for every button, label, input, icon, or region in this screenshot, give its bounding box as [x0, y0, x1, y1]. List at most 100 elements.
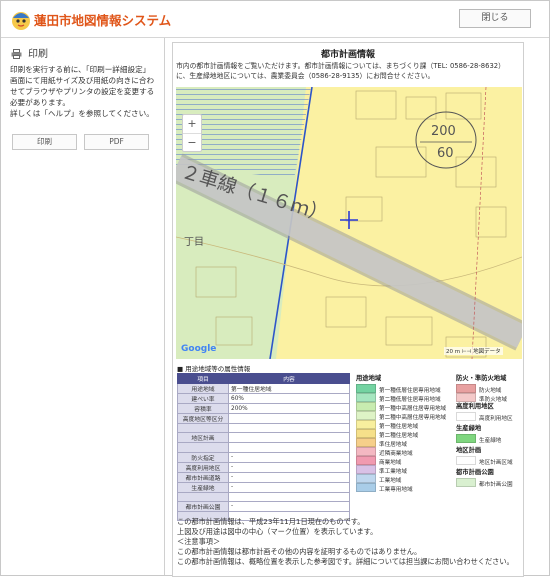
table-row: 建ぺい率 60%: [177, 393, 350, 404]
legend-title: 地区計画: [456, 447, 482, 454]
attribute-item: 用途地域: [177, 383, 229, 394]
legend-item: 商業地域: [356, 456, 446, 466]
legend-item: 高度利用地区: [456, 412, 513, 422]
google-logo: Google: [181, 344, 217, 354]
legend-item: 第二種中高層住居専用地域: [356, 411, 446, 421]
attribute-value: [228, 491, 350, 502]
table-row: 防火指定 -: [177, 451, 350, 463]
legend-title: 高度利用地区: [456, 403, 494, 410]
info-line: に、生産緑地地区については、農業委員会（0586-28-9135）にお問合せくだ…: [176, 72, 435, 80]
green-legend: 生産緑地 生産緑地: [456, 423, 502, 444]
logo-icon: [12, 12, 30, 30]
instruction-line: 画面にて用紙サイズ及び用紙の向きに合わ: [10, 76, 155, 85]
attribute-table: 項目 内容 用途地域 第一種住居地域 建ぺい率 60% 容積率 200% 高度地区等区…: [177, 373, 350, 522]
legend-item: 工業地域: [356, 474, 446, 484]
column-header: 内容: [228, 373, 350, 384]
legend-swatch: [356, 402, 376, 411]
legend-swatch: [356, 474, 376, 483]
print-sidebar: 印刷 印刷を実行する前に、「印刷ー詳細設定」 画面にて用紙サイズ及び用紙の向きに…: [1, 38, 165, 575]
legend-item: 地区計画区域: [456, 456, 513, 466]
note-line: この都市計画情報は、概略位置を表示した参考図です。詳細については担当課にお問い合…: [177, 557, 514, 566]
attribute-item: 容積率: [177, 403, 229, 414]
attribute-value: [228, 442, 350, 453]
legend-label: 生産緑地: [479, 438, 502, 444]
table-header-row: 項目 内容: [177, 373, 350, 384]
table-row: 都市計画公園 -: [177, 500, 350, 512]
zoom-in-button[interactable]: +: [183, 115, 201, 134]
pdf-button[interactable]: PDF: [84, 134, 149, 150]
legend-title: 都市計画公園: [456, 469, 494, 476]
legend-label: 地区計画区域: [479, 460, 513, 466]
attribute-section-title: ■ 用途地域等の属性情報: [177, 365, 251, 373]
legend-item: 工業専用地域: [356, 483, 446, 493]
legend-swatch: [356, 447, 376, 456]
attribute-value: 200%: [228, 403, 350, 414]
attribute-value: 60%: [228, 393, 350, 404]
legend-title: 用途地域: [356, 375, 382, 382]
zoom-out-button[interactable]: −: [183, 134, 201, 152]
table-row: 高度利用地区 -: [177, 461, 350, 473]
park-legend: 都市計画公園 都市計画公園: [456, 467, 513, 488]
district-legend: 地区計画 地区計画区域: [456, 445, 513, 466]
print-button[interactable]: 印刷: [12, 134, 77, 150]
attribute-item: [177, 422, 229, 434]
note-line: 上図及び用途は図中の中心（マーク位置）を表示しています。: [177, 527, 378, 536]
attribute-item: [177, 442, 229, 453]
table-row: 用途地域 第一種住居地域: [177, 383, 350, 394]
attribute-value: 第一種住居地域: [228, 383, 350, 394]
fire-legend: 防火・準防火地域 防火地域 準防火地域: [456, 373, 507, 403]
legend-swatch: [356, 420, 376, 429]
legend-item: 第一種中高層住居専用地域: [356, 402, 446, 412]
legend-item: 準工業地域: [356, 465, 446, 475]
area-label: 丁目: [184, 237, 204, 248]
attribute-value: [228, 422, 350, 434]
legend-swatch: [456, 478, 476, 487]
map-scale: 20 m ⊢⊣ 地図データ: [444, 347, 503, 355]
attribute-value: -: [228, 481, 350, 493]
attribute-item: 都市計画道路: [177, 471, 229, 483]
attribute-value: [228, 413, 350, 424]
printer-icon: [11, 49, 22, 59]
legend-swatch: [356, 411, 376, 420]
legend-item: 第二種住居地域: [356, 429, 446, 439]
legend-swatch: [356, 384, 376, 393]
attribute-value: -: [228, 500, 350, 512]
attribute-value: -: [228, 451, 350, 463]
table-row: 容積率 200%: [177, 403, 350, 414]
attribute-value: -: [228, 471, 350, 483]
floor-area-ratio: 200: [431, 124, 456, 139]
legend-swatch: [356, 465, 376, 474]
usage-legend: 用途地域 第一種低層住居専用地域 第二種低層住居専用地域 第一種中高層住居専用地域第…: [356, 373, 446, 493]
table-row: 地区計画: [177, 432, 350, 444]
legend-swatch: [356, 456, 376, 465]
instruction-line: 印刷を実行する前に、「印刷ー詳細設定」: [10, 65, 151, 74]
legend-swatch: [356, 438, 376, 447]
legend-swatch: [356, 429, 376, 438]
document-title: 都市計画情報: [320, 50, 375, 60]
note-line: この都市計画情報は都市計画その他の内容を証明するものではありません。: [177, 547, 422, 556]
legend-title: 生産緑地: [456, 425, 482, 432]
browser-window: 蓮田市地図情報システム 閉じる 印刷 印刷を実行する前に、「印刷ー詳細設定」 画…: [0, 0, 550, 577]
attribute-item: 建ぺい率: [177, 393, 229, 404]
attribute-item: 地区計画: [177, 432, 229, 444]
height-legend: 高度利用地区 高度利用地区: [456, 401, 513, 422]
table-row: [177, 442, 350, 453]
legend-swatch: [456, 434, 476, 443]
attribute-item: 生産緑地: [177, 481, 229, 493]
legend-label: 高度利用地区: [479, 416, 513, 422]
legend-item: 第一種低層住居専用地域: [356, 384, 446, 394]
table-row: 高度地区等区分: [177, 413, 350, 424]
close-button[interactable]: 閉じる: [459, 9, 531, 28]
attribute-item: [177, 491, 229, 502]
attribute-item: 防火指定: [177, 451, 229, 463]
legend-item: 防火地域: [456, 384, 507, 394]
legend-label: 工業専用地域: [379, 487, 413, 493]
legend-item: 生産緑地: [456, 434, 502, 444]
print-preview: 都市計画情報 市内の都市計画情報をご覧いただけます。都市計画情報については、まち…: [172, 42, 524, 577]
attribute-item: 高度利用地区: [177, 461, 229, 473]
legend-swatch: [356, 483, 376, 492]
map-view[interactable]: 200 60 ２車線（１６ｍ） 丁目 + − Google 20 m ⊢⊣ 地図…: [176, 87, 522, 359]
legend-item: 第一種住居地域: [356, 420, 446, 430]
legend-swatch: [456, 456, 476, 465]
coverage-ratio: 60: [437, 146, 454, 161]
